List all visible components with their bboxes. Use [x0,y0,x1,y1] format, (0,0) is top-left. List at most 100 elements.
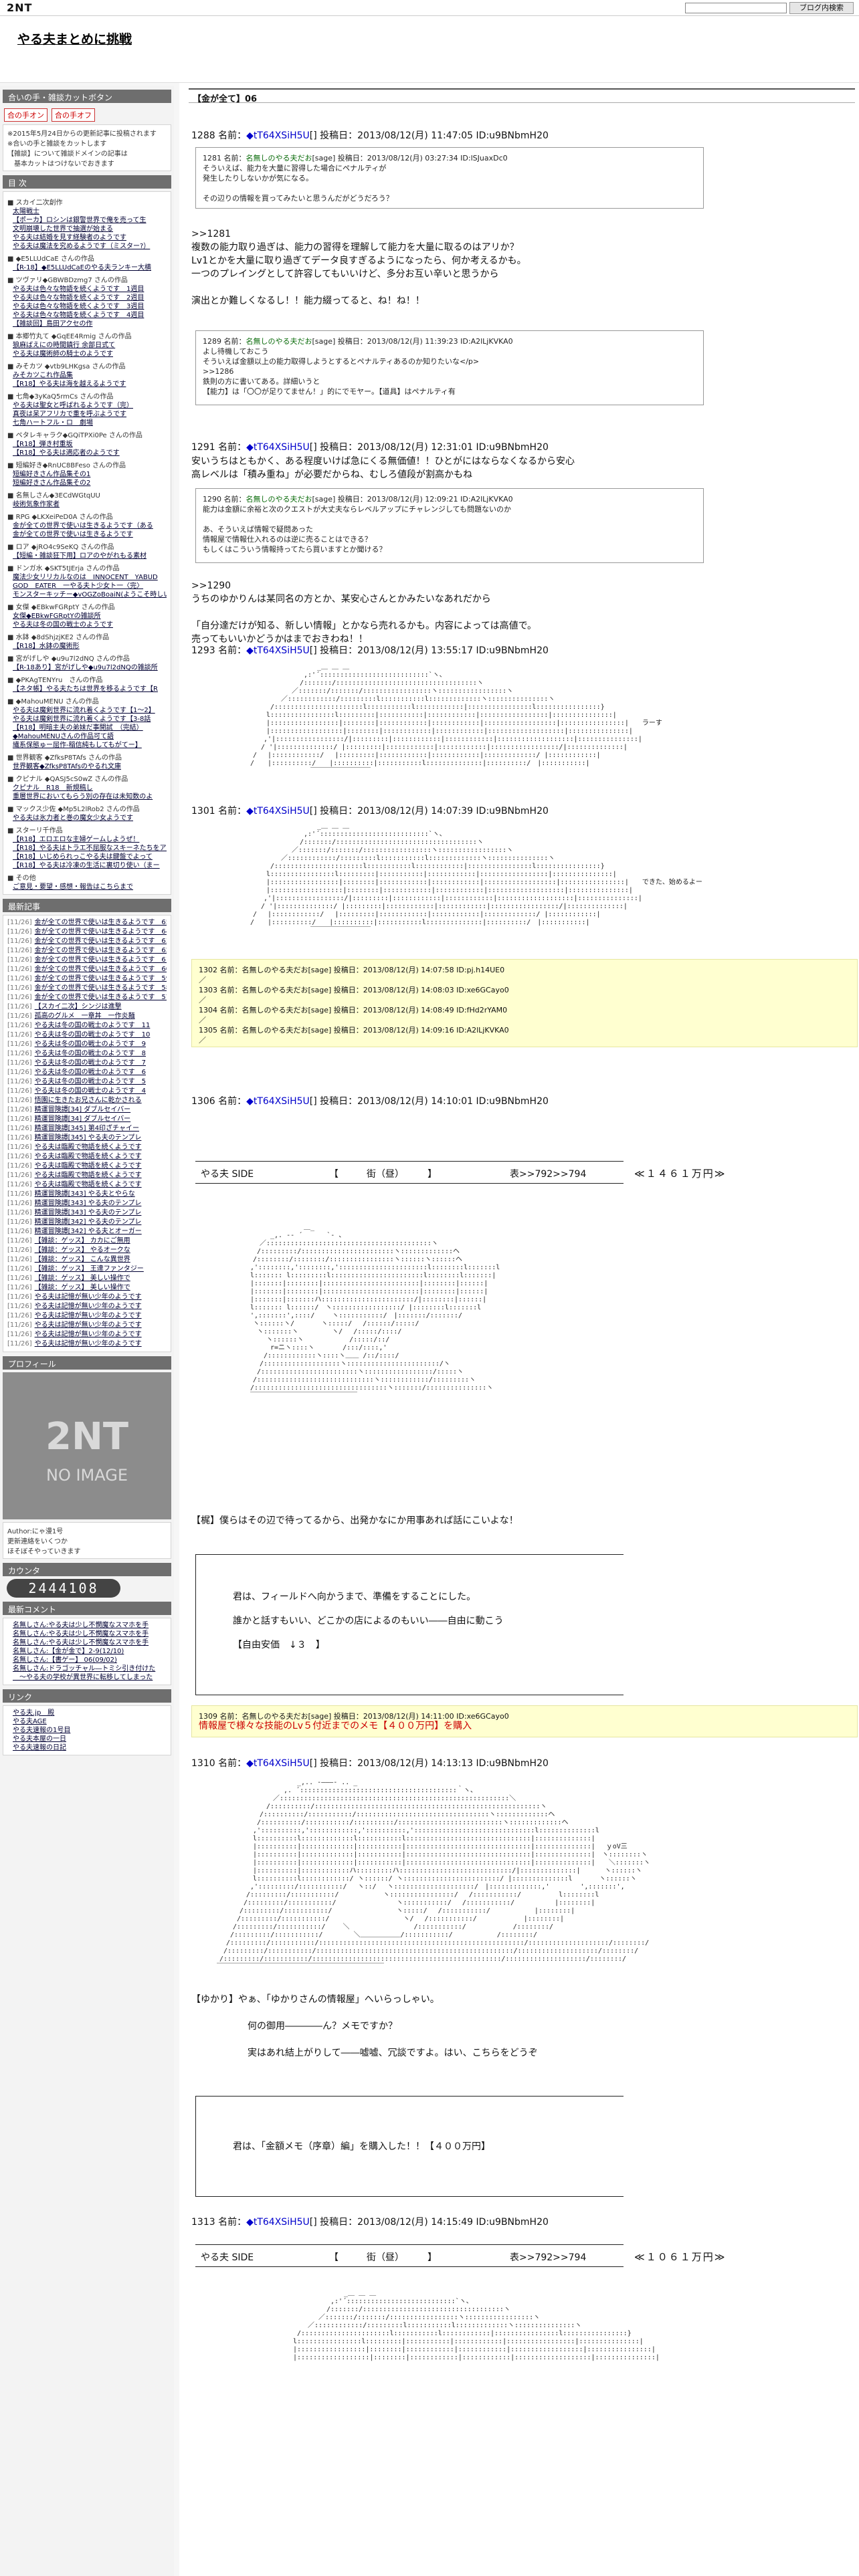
recent-item[interactable]: [11/26] やる夫は臨殿で物語を続くようです [7,1180,167,1190]
recent-link[interactable]: 【雑談：ゲッス】 王達ファンタジー [35,1265,144,1273]
toc-link[interactable]: みそカツこれ作品集 [7,371,167,380]
recent-link[interactable]: 精運冒険譚[345] やる夫のテンプレ [35,1134,142,1142]
toc-link[interactable]: やる夫は色々な物語を続くようです 1週目 [7,285,167,294]
recent-item[interactable]: [11/26] 【雑談：ゲッス】 王達ファンタジー [7,1265,167,1274]
toc-link[interactable]: 【R18】やる夫は冷凍の生活に裏切り使い（まー [7,861,167,870]
recent-item[interactable]: [11/26] 孤高のグルメ 一章丼 一作炎麺 [7,1012,167,1021]
recent-link[interactable]: やる夫は臨殿で物語を続くようです [35,1144,142,1151]
recent-link[interactable]: やる夫は記憶が無い少年のようです [35,1293,142,1301]
recent-link[interactable]: 精運冒険譚[343] やる夫のテンプレ [35,1200,142,1207]
post-trip[interactable]: ◆tT64XSiH5U [246,1096,310,1107]
recent-item[interactable]: [11/26] 精運冒険譚[345] 第4印ざチャイー [7,1124,167,1134]
toc-link[interactable]: 文明崩壊した世界で抽選が始まる [7,225,167,233]
recent-link[interactable]: やる夫は臨殿で物語を続くようです [35,1153,142,1160]
recent-link[interactable]: やる夫は冬の国の戦士のようです 4 [35,1087,146,1095]
toc-link[interactable]: 岐術気象作家者 [7,500,167,509]
recent-item[interactable]: [11/26] やる夫は臨殿で物語を続くようです [7,1152,167,1162]
recent-link[interactable]: やる夫は記憶が無い少年のようです [35,1331,142,1338]
recent-link[interactable]: 金が全ての世界で使いは生きるようです 65 [35,919,167,926]
recent-item[interactable]: [11/26] やる夫は記憶が無い少年のようです [7,1339,167,1349]
recent-item[interactable]: [11/26] 精運冒険譚[342] やる夫のテンプレ [7,1218,167,1227]
recent-link[interactable]: やる夫は冬の国の戦士のようです 8 [35,1050,146,1057]
recent-link[interactable]: やる夫は記憶が無い少年のようです [35,1312,142,1319]
aite-on-button[interactable]: 合の手オン [4,108,47,122]
comment-link[interactable]: 名無しさん:やる夫は少し不憫魔なスマホを手 [7,1621,167,1630]
recent-item[interactable]: [11/26] やる夫は冬の国の戦士のようです 6 [7,1068,167,1077]
recent-link[interactable]: やる夫は冬の国の戦士のようです 6 [35,1069,146,1076]
link-item[interactable]: やる夫AGE [7,1717,167,1726]
recent-item[interactable]: [11/26] 金が全ての世界で使いは生きるようです 57 [7,993,167,1002]
toc-link[interactable]: クピナル R18 新規稿し [7,784,167,792]
toc-link[interactable]: 金が全ての世界で使いは生きるようです [7,530,167,539]
toc-link[interactable]: 【R18】やる夫はトラエ不屈服なスキーネたちをアに [7,844,167,853]
link-item[interactable]: やる夫速報の日記 [7,1743,167,1752]
recent-link[interactable]: 金が全ての世界で使いは生きるようです 60 [35,966,167,973]
recent-item[interactable]: [11/26] やる夫は記憶が無い少年のようです [7,1293,167,1302]
recent-item[interactable]: [11/26] 【雑談：ゲッス】 カカにご無用 [7,1237,167,1246]
recent-item[interactable]: [11/26] 【雑談：ゲッス】 やるオークな [7,1246,167,1255]
recent-item[interactable]: [11/26] 【雑談：ゲッス】 美しい操作で [7,1283,167,1293]
toc-link[interactable]: 太陽戦士 [7,207,167,216]
toc-link[interactable]: 【ネタ帳】やる夫たちは世界を移るようです【R [7,685,167,693]
search-input[interactable] [685,3,787,13]
recent-item[interactable]: [11/26] 精運冒険譚[34] ダブルセイバー [7,1115,167,1124]
recent-item[interactable]: [11/26] 精運冒険譚[343] やる夫とやらな [7,1190,167,1199]
toc-link[interactable]: GOD EATER 一やる夫ト少女ト一〈完〉 [7,582,167,591]
post-trip[interactable]: ◆tT64XSiH5U [246,130,310,141]
recent-link[interactable]: やる夫は冬の国の戦士のようです 11 [35,1022,151,1029]
recent-item[interactable]: [11/26] やる夫は記憶が無い少年のようです [7,1302,167,1311]
recent-link[interactable]: やる夫は冬の国の戦士のようです 10 [35,1031,151,1039]
toc-link[interactable]: 世界観客◆ZfksP8TAfsのやるれ文庫 [7,762,167,771]
post-trip[interactable]: ◆tT64XSiH5U [246,806,310,817]
toc-link[interactable]: やる夫は魔剣世界に流れ着くようです【1～2】 [7,706,167,715]
recent-item[interactable]: [11/26] やる夫は冬の国の戦士のようです 10 [7,1031,167,1040]
toc-link[interactable]: やる夫は結婚を見す経験者のようです [7,233,167,242]
recent-item[interactable]: [11/26] 金が全ての世界で使いは生きるようです 58 [7,984,167,993]
recent-link[interactable]: やる夫は臨殿で物語を続くようです [35,1181,142,1188]
recent-link[interactable]: 金が全ての世界で使いは生きるようです 58 [35,984,167,992]
recent-item[interactable]: [11/26] 悟園に生きたお兄さんに乾かされる [7,1096,167,1105]
link-item[interactable]: やる夫速報の1号目 [7,1726,167,1735]
post-trip[interactable]: ◆tT64XSiH5U [246,2217,310,2228]
toc-link[interactable]: 【R18】やる夫は海を越えるようです [7,380,167,389]
recent-link[interactable]: 精運冒険譚[342] やる夫のテンプレ [35,1218,142,1226]
recent-item[interactable]: [11/26] やる夫は冬の国の戦士のようです 8 [7,1049,167,1059]
recent-item[interactable]: [11/26] やる夫は冬の国の戦士のようです 4 [7,1087,167,1096]
recent-link[interactable]: 【雑談：ゲッス】 美しい操作で [35,1275,130,1282]
recent-item[interactable]: [11/26] 金が全ての世界で使いは生きるようです 62 [7,946,167,956]
recent-link[interactable]: 精運冒険譚[34] ダブルセイバー [35,1115,131,1123]
recent-link[interactable]: やる夫は記憶が無い少年のようです [35,1321,142,1329]
toc-link[interactable]: 真夜は呆アフリカで重を呼ぶようです [7,410,167,419]
toc-link[interactable]: 【R18】明暗主夫の弟妹だ事開試 （完結） [7,724,167,732]
recent-link[interactable]: 精運冒険譚[343] やる夫とやらな [35,1190,135,1198]
toc-link[interactable]: 【R18】弾き村重坂 [7,440,167,449]
toc-link[interactable]: 狼麻ばえにの時間鎮行 余部日式て [7,341,167,350]
toc-link[interactable]: やる夫は色々な物語を続くようです 4週目 [7,311,167,320]
toc-link[interactable]: やる夫は魔術師の騎士のようです [7,350,167,358]
recent-item[interactable]: [11/26] 精運冒険譚[345] やる夫のテンプレ [7,1134,167,1143]
recent-item[interactable]: [11/26] やる夫は臨殿で物語を続くようです [7,1171,167,1180]
recent-link[interactable]: やる夫は臨殿で物語を続くようです [35,1162,142,1170]
recent-link[interactable]: 精運冒険譚[342] やる夫とオーガー [35,1228,142,1235]
recent-item[interactable]: [11/26] 金が全ての世界で使いは生きるようです 65 [7,918,167,928]
toc-link[interactable]: やる夫は聖女と呼ばれるようです（完） [7,401,167,410]
recent-link[interactable]: やる夫は臨殿で物語を続くようです [35,1172,142,1179]
recent-item[interactable]: [11/26] やる夫は臨殿で物語を続くようです [7,1162,167,1171]
toc-link[interactable]: やる夫は魔剣世界に流れ着くようです【3-8話 [7,715,167,724]
post-trip[interactable]: ◆tT64XSiH5U [246,1758,310,1769]
toc-link[interactable]: 【R18】エロエロな主婦ゲームしようぜ！ [7,835,167,844]
recent-link[interactable]: 金が全ての世界で使いは生きるようです 61 [35,956,167,964]
comment-link[interactable]: 名無しさん:【金が金で】2-9(12/10) [7,1647,167,1656]
recent-item[interactable]: [11/26] やる夫は記憶が無い少年のようです [7,1311,167,1321]
recent-item[interactable]: [11/26] 金が全ての世界で使いは生きるようです 63 [7,937,167,946]
toc-link[interactable]: やる夫は氷力者と巻の魔女少女ようです [7,814,167,823]
toc-link[interactable]: 繊系保態ゅー屈作-稲信純もしてもがてー】 [7,741,167,750]
toc-link[interactable]: 魔法少女リリカルなのは INNOCENT YABUD [7,573,167,582]
blog-title[interactable]: やる夫まとめに挑戦 [17,29,132,47]
recent-item[interactable]: [11/26] やる夫は記憶が無い少年のようです [7,1330,167,1339]
comment-link[interactable]: ～やる夫の学校が異世界に転移してしまった [7,1673,167,1682]
toc-link[interactable]: 金が全ての世界で使いは生きるようです（ある [7,522,167,530]
recent-link[interactable]: やる夫は冬の国の戦士のようです 7 [35,1059,146,1067]
toc-link[interactable]: 【ポーカ】ロシンは銀警世界で俺を売って生 [7,216,167,225]
toc-link[interactable]: 短編好きさん作品集その1 [7,470,167,479]
